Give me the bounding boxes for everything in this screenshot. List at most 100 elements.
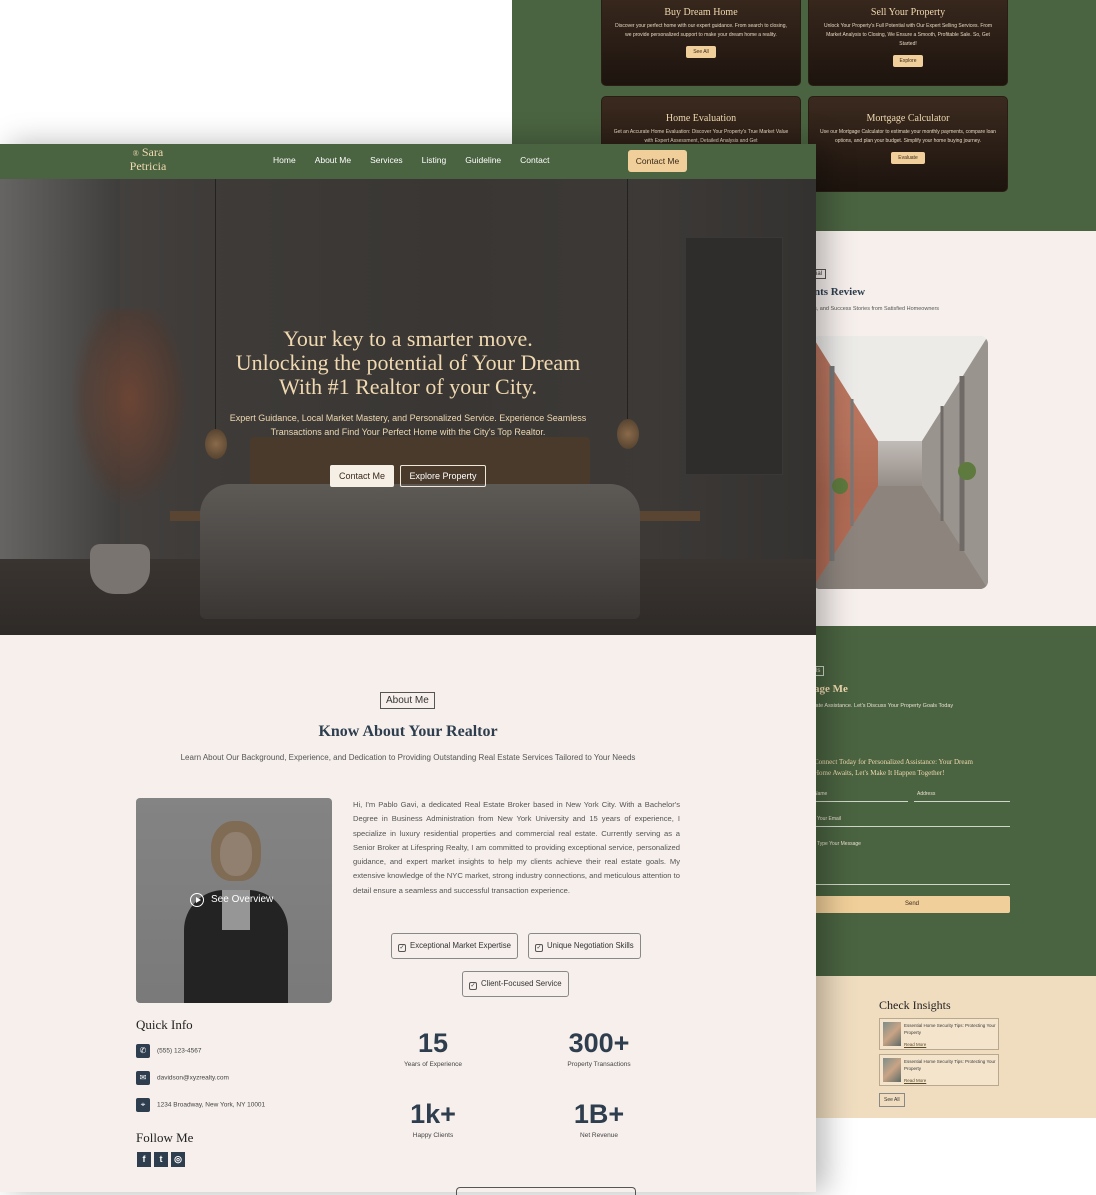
logo-name-first: Sara (141, 145, 164, 159)
service-desc: Use our Mortgage Calculator to estimate … (820, 129, 996, 144)
realtor-photo[interactable]: See Overview (136, 798, 332, 1003)
insights-title: Check Insights (879, 998, 951, 1012)
insight-thumbnail (883, 1058, 901, 1082)
about-title: Know About Your Realtor (318, 723, 498, 740)
evaluate-button[interactable]: Evaluate (891, 152, 925, 164)
nav-guideline[interactable]: Guideline (465, 155, 501, 165)
about-subtitle: Learn About Our Background, Experience, … (180, 753, 636, 762)
insight-card[interactable]: Essential Home Security Tips: Protecting… (879, 1054, 999, 1086)
insights-see-all-button[interactable]: See All (879, 1093, 905, 1107)
hero-pendant-lamp (617, 419, 639, 449)
send-button[interactable]: Send (814, 896, 1010, 913)
stat-value: 1B+ (573, 1099, 625, 1129)
hero-contact-button[interactable]: Contact Me (330, 465, 394, 487)
address-field[interactable]: Address (914, 791, 1010, 802)
stat-clients: 1k+ Happy Clients (373, 1099, 493, 1139)
service-desc: Discover your perfect home with our expe… (615, 23, 787, 38)
bottom-card-edge (456, 1187, 636, 1195)
service-title: Buy Dream Home (664, 7, 738, 18)
message-field[interactable]: Type Your Message (814, 841, 1010, 885)
stat-label: Happy Clients (412, 1132, 454, 1139)
check-icon: ✓ (398, 944, 406, 952)
stat-revenue: 1B+ Net Revenue (539, 1099, 659, 1139)
service-title: Home Evaluation (665, 113, 737, 124)
hero-headline-line2: Unlocking the potential of Your Dream (235, 350, 581, 375)
chip-client-focused: ✓ Client-Focused Service (462, 971, 569, 997)
email-field[interactable]: Your Email (814, 816, 1010, 827)
service-desc: Get an Accurate Home Evaluation: Discove… (613, 129, 789, 144)
facebook-icon[interactable]: f (137, 1152, 151, 1167)
play-icon[interactable] (190, 893, 204, 907)
insight-thumbnail (883, 1022, 901, 1046)
phone-row: ✆ (555) 123-4567 (136, 1044, 201, 1058)
service-title: Mortgage Calculator (866, 113, 950, 124)
blank-area (0, 0, 512, 144)
nav-about[interactable]: About Me (315, 155, 351, 165)
see-overview-label[interactable]: See Overview (211, 894, 273, 905)
service-title: Sell Your Property (870, 7, 946, 18)
service-desc: Unlock Your Property's Full Potential wi… (824, 23, 992, 47)
engage-lead-line2: Home Awaits, Let's Make It Happen Togeth… (814, 769, 945, 777)
chip-label: Exceptional Market Expertise (410, 941, 511, 950)
engage-title: age Me (814, 683, 848, 695)
logo-name-last: Petricia (129, 159, 167, 173)
nav-contact-button[interactable]: Contact Me (628, 150, 687, 172)
explore-button[interactable]: Explore (892, 55, 924, 67)
nav-links: Home About Me Services Listing Guideline… (273, 155, 568, 165)
instagram-icon[interactable]: ◎ (171, 1152, 185, 1167)
engage-lead: Connect Today for Personalized Assistanc… (814, 757, 973, 779)
hero-headline-line1: Your key to a smarter move. (283, 326, 533, 351)
hero-bed (200, 484, 640, 619)
phone-icon: ✆ (136, 1044, 150, 1058)
chip-market-expertise: ✓ Exceptional Market Expertise (391, 933, 518, 959)
service-card-buy: Buy Dream Home Discover your perfect hom… (601, 0, 801, 86)
reviews-title: nts Review (814, 286, 866, 298)
insight-text: Essential Home Security Tips: Protecting… (904, 1023, 996, 1035)
insight-card[interactable]: Essential Home Security Tips: Protecting… (879, 1018, 999, 1050)
stat-value: 15 (417, 1028, 449, 1058)
explore-property-button[interactable]: Explore Property (400, 465, 486, 487)
engage-lead-line1: Connect Today for Personalized Assistanc… (814, 758, 973, 766)
nav-home[interactable]: Home (273, 155, 296, 165)
hero-subtitle: Expert Guidance, Local Market Mastery, a… (229, 413, 587, 437)
stat-years: 15 Years of Experience (373, 1028, 493, 1068)
stat-transactions: 300+ Property Transactions (539, 1028, 659, 1068)
main-page-preview: ® Sara Petricia Home About Me Services L… (0, 144, 816, 1195)
logo-line1: ® Sara (128, 146, 168, 160)
hero-headline: Your key to a smarter move. Unlocking th… (0, 327, 816, 399)
location-icon: ⌖ (136, 1098, 150, 1112)
hero-headline-line3: With #1 Realtor of your City. (279, 374, 537, 399)
hero-section: Your key to a smarter move. Unlocking th… (0, 179, 816, 635)
twitter-icon[interactable]: t (154, 1152, 168, 1167)
about-section: About Me Know About Your Realtor Learn A… (0, 635, 816, 1195)
nav-listing[interactable]: Listing (422, 155, 447, 165)
phone-text: (555) 123-4567 (157, 1047, 202, 1055)
engage-subtitle: tate Assistance. Let's Discuss Your Prop… (814, 703, 954, 709)
quick-info-title: Quick Info (136, 1017, 193, 1032)
stat-label: Net Revenue (580, 1132, 618, 1139)
email-row: ✉ davidson@xyzrealty.com (136, 1071, 229, 1085)
read-more-link[interactable]: Read More (904, 1078, 926, 1083)
name-field[interactable]: Name (814, 791, 908, 802)
email-text: davidson@xyzrealty.com (157, 1074, 229, 1082)
see-all-button[interactable]: See All (686, 46, 716, 58)
navbar: ® Sara Petricia Home About Me Services L… (0, 144, 816, 179)
insight-text: Essential Home Security Tips: Protecting… (904, 1059, 996, 1071)
hallway-illustration (812, 336, 988, 589)
service-card-mortgage: Mortgage Calculator Use our Mortgage Cal… (808, 96, 1008, 192)
hallway-image (812, 336, 988, 589)
reviews-subtitle: s, and Success Stories from Satisfied Ho… (814, 306, 940, 312)
stat-label: Property Transactions (567, 1061, 631, 1068)
stat-value: 1k+ (410, 1099, 456, 1129)
chip-label: Client-Focused Service (481, 979, 562, 988)
logo[interactable]: ® Sara Petricia (128, 146, 168, 173)
logo-mark: ® (132, 149, 139, 158)
nav-services[interactable]: Services (370, 155, 403, 165)
check-icon: ✓ (535, 944, 543, 952)
stat-label: Years of Experience (404, 1061, 462, 1068)
read-more-link[interactable]: Read More (904, 1042, 926, 1047)
about-tag: About Me (380, 692, 435, 709)
address-text: 1234 Broadway, New York, NY 10001 (157, 1101, 266, 1109)
nav-contact[interactable]: Contact (520, 155, 549, 165)
hero-pot (90, 544, 150, 594)
